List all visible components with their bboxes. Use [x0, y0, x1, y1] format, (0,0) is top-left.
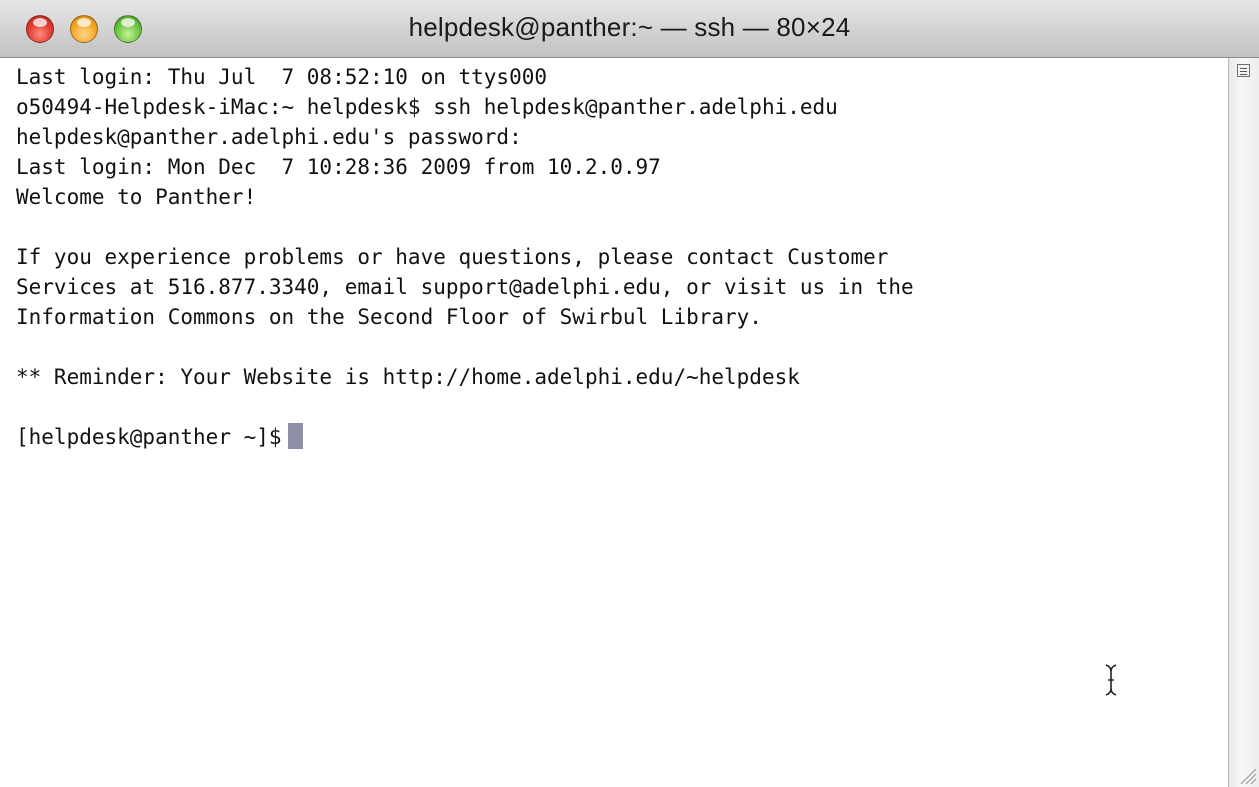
terminal-output: Last login: Thu Jul 7 08:52:10 on ttys00…: [16, 62, 914, 452]
terminal-line: Last login: Mon Dec 7 10:28:36 2009 from…: [16, 155, 661, 179]
terminal-line: helpdesk@panther.adelphi.edu's password:: [16, 125, 522, 149]
title-bar[interactable]: helpdesk@panther:~ — ssh — 80×24: [0, 0, 1259, 58]
window-title: helpdesk@panther:~ — ssh — 80×24: [408, 12, 851, 42]
terminal-line: Welcome to Panther!: [16, 185, 257, 209]
terminal-line: Last login: Thu Jul 7 08:52:10 on ttys00…: [16, 65, 548, 89]
shell-prompt: [helpdesk@panther ~]$: [16, 425, 282, 449]
scrollbar-menu-icon[interactable]: [1237, 64, 1250, 77]
terminal-window: helpdesk@panther:~ — ssh — 80×24 Last lo…: [0, 0, 1259, 787]
terminal-line: o50494-Helpdesk-iMac:~ helpdesk$ ssh hel…: [16, 95, 838, 119]
prompt-line[interactable]: [helpdesk@panther ~]$: [16, 422, 914, 452]
ibeam-cursor-icon: [1105, 664, 1117, 696]
resize-grip-icon[interactable]: [1235, 763, 1257, 785]
text-cursor: [287, 423, 303, 449]
terminal-content[interactable]: Last login: Thu Jul 7 08:52:10 on ttys00…: [0, 58, 1228, 787]
terminal-line: If you experience problems or have quest…: [16, 245, 889, 269]
vertical-scrollbar[interactable]: [1228, 58, 1259, 787]
terminal-line: ** Reminder: Your Website is http://home…: [16, 365, 800, 389]
terminal-line: Services at 516.877.3340, email support@…: [16, 275, 914, 299]
terminal-line: Information Commons on the Second Floor …: [16, 305, 762, 329]
